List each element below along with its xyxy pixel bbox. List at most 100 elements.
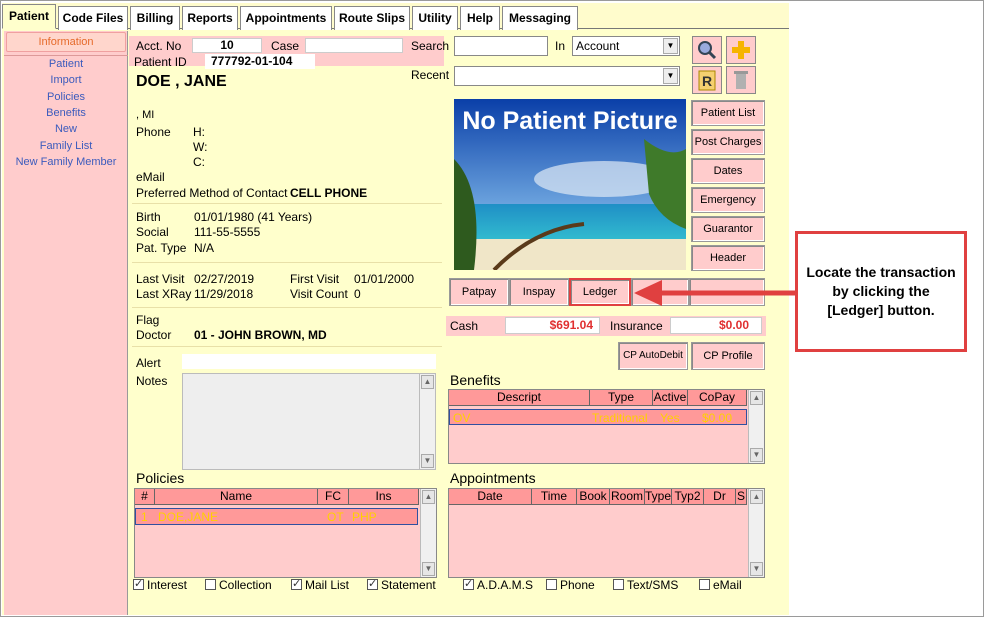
- checkbox-box[interactable]: [133, 577, 144, 590]
- policies-col-name[interactable]: Name: [155, 489, 318, 505]
- cp-autodebit-button[interactable]: CP AutoDebit: [618, 342, 688, 370]
- patpay-button[interactable]: Patpay: [449, 278, 509, 306]
- checkbox-box[interactable]: [463, 577, 474, 590]
- notes-textarea[interactable]: ▲ ▼: [182, 373, 436, 470]
- tab-help[interactable]: Help: [460, 6, 500, 30]
- checkbox-box[interactable]: [613, 579, 624, 590]
- search-label: Search: [411, 39, 450, 53]
- policies-col-number[interactable]: #: [135, 489, 155, 505]
- benefits-scrollbar[interactable]: ▲ ▼: [748, 390, 764, 463]
- sidebar-item-new[interactable]: New: [4, 123, 128, 135]
- appt-col-typ2[interactable]: Typ2: [672, 489, 704, 505]
- appt-col-room[interactable]: Room: [610, 489, 645, 505]
- benefits-table[interactable]: Descript Type Active CoPay OV Traditiona…: [448, 389, 765, 464]
- sidebar-item-policies[interactable]: Policies: [4, 91, 128, 103]
- tab-utility[interactable]: Utility: [412, 6, 458, 30]
- add-button[interactable]: [726, 36, 756, 64]
- chevron-down-icon[interactable]: ▼: [663, 68, 678, 84]
- email-checkbox[interactable]: eMail: [699, 578, 742, 592]
- tab-code-files[interactable]: Code Files: [58, 6, 128, 30]
- appointments-table[interactable]: Date Time Book Room Type Typ2 Dr S ▲ ▼: [448, 488, 765, 578]
- scroll-up-icon[interactable]: ▲: [421, 375, 434, 389]
- mail-list-checkbox[interactable]: Mail List: [291, 577, 349, 592]
- chevron-down-icon[interactable]: ▼: [663, 38, 678, 54]
- notes-scrollbar[interactable]: ▲ ▼: [419, 374, 435, 469]
- text-sms-label: Text/SMS: [627, 578, 679, 592]
- alert-field[interactable]: [182, 354, 436, 369]
- collection-checkbox[interactable]: Collection: [205, 578, 272, 592]
- policies-col-fc[interactable]: FC: [318, 489, 349, 505]
- emergency-button[interactable]: Emergency: [691, 187, 765, 213]
- inspay-button[interactable]: Inspay: [509, 278, 569, 306]
- checkbox-box[interactable]: [205, 579, 216, 590]
- appt-col-s[interactable]: S: [736, 489, 747, 505]
- appt-col-book[interactable]: Book: [577, 489, 610, 505]
- ledger-button[interactable]: Ledger: [569, 278, 631, 306]
- appt-col-date[interactable]: Date: [449, 489, 532, 505]
- scroll-up-icon[interactable]: ▲: [750, 490, 763, 504]
- checkbox-box[interactable]: [699, 579, 710, 590]
- tab-messaging[interactable]: Messaging: [502, 6, 578, 30]
- policy-name: DOE,JANE: [158, 510, 219, 524]
- checkbox-box[interactable]: [367, 577, 378, 590]
- report-button[interactable]: R: [692, 66, 722, 94]
- scroll-down-icon[interactable]: ▼: [750, 562, 763, 576]
- sidebar-item-import[interactable]: Import: [4, 74, 128, 86]
- sidebar-item-patient[interactable]: Patient: [4, 58, 128, 70]
- dates-button[interactable]: Dates: [691, 158, 765, 184]
- sidebar-item-family-list[interactable]: Family List: [4, 140, 128, 152]
- scroll-down-icon[interactable]: ▼: [421, 454, 434, 468]
- tab-reports[interactable]: Reports: [182, 6, 238, 30]
- checkbox-box[interactable]: [546, 579, 557, 590]
- tab-appointments[interactable]: Appointments: [240, 6, 332, 30]
- sidebar-item-benefits[interactable]: Benefits: [4, 107, 128, 119]
- scroll-down-icon[interactable]: ▼: [422, 562, 435, 576]
- statement-checkbox[interactable]: Statement: [367, 577, 436, 592]
- patient-id-label: Patient ID: [134, 55, 187, 69]
- interest-checkbox[interactable]: Interest: [133, 577, 187, 592]
- benefits-col-descript[interactable]: Descript: [449, 390, 590, 406]
- patient-picture[interactable]: No Patient Picture: [454, 99, 686, 270]
- table-row[interactable]: OV Traditional Yes $0.00: [449, 409, 747, 425]
- tab-patient[interactable]: Patient: [2, 4, 56, 29]
- header-button[interactable]: Header: [691, 245, 765, 271]
- search-button[interactable]: [692, 36, 722, 64]
- benefits-col-copay[interactable]: CoPay: [688, 390, 747, 406]
- appt-col-type[interactable]: Type: [645, 489, 672, 505]
- scroll-down-icon[interactable]: ▼: [750, 448, 763, 462]
- patient-list-button[interactable]: Patient List: [691, 100, 765, 126]
- notes-label: Notes: [136, 374, 168, 388]
- tab-billing[interactable]: Billing: [130, 6, 180, 30]
- guarantor-button[interactable]: Guarantor: [691, 216, 765, 242]
- acct-number-field[interactable]: 10: [192, 38, 262, 53]
- recent-select[interactable]: ▼: [454, 66, 680, 86]
- phone-checkbox[interactable]: Phone: [546, 578, 595, 592]
- in-label: In: [555, 39, 566, 53]
- benefits-col-type[interactable]: Type: [590, 390, 653, 406]
- case-field[interactable]: [305, 38, 403, 53]
- sidebar-item-new-family-member[interactable]: New Family Member: [4, 156, 128, 168]
- adams-checkbox[interactable]: A.D.A.M.S: [463, 577, 533, 592]
- text-sms-checkbox[interactable]: Text/SMS: [613, 578, 678, 592]
- policies-scrollbar[interactable]: ▲ ▼: [420, 489, 436, 577]
- search-in-select[interactable]: Account ▼: [572, 36, 680, 56]
- post-charges-button[interactable]: Post Charges: [691, 129, 765, 155]
- appt-col-dr[interactable]: Dr: [704, 489, 736, 505]
- table-row[interactable]: 1 DOE,JANE OT PHP: [135, 508, 418, 525]
- scroll-up-icon[interactable]: ▲: [750, 391, 763, 405]
- appt-col-time[interactable]: Time: [532, 489, 577, 505]
- benefits-col-active[interactable]: Active: [653, 390, 688, 406]
- tab-route-slips[interactable]: Route Slips: [334, 6, 410, 30]
- delete-button[interactable]: [726, 66, 756, 94]
- sidebar-header[interactable]: Information: [6, 32, 126, 52]
- pat-type-label: Pat. Type: [136, 241, 187, 255]
- search-input[interactable]: [454, 36, 548, 56]
- divider: [132, 307, 442, 308]
- cash-label: Cash: [450, 319, 479, 333]
- appointments-scrollbar[interactable]: ▲ ▼: [748, 489, 764, 577]
- scroll-up-icon[interactable]: ▲: [422, 490, 435, 504]
- cp-profile-button[interactable]: CP Profile: [691, 342, 765, 370]
- checkbox-box[interactable]: [291, 577, 302, 590]
- policies-col-ins[interactable]: Ins: [349, 489, 419, 505]
- policies-table[interactable]: # Name FC Ins 1 DOE,JANE OT PHP ▲ ▼: [134, 488, 437, 578]
